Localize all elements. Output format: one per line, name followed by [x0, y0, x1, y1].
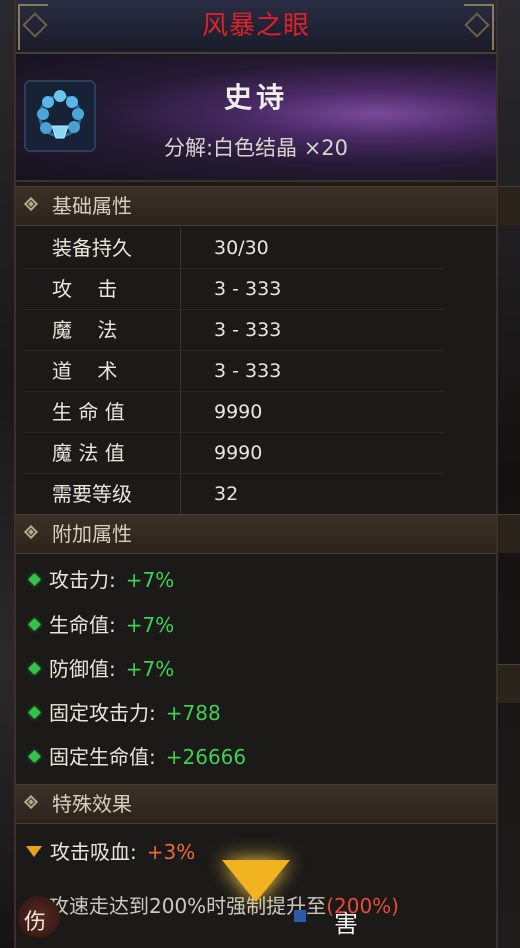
column-divider — [180, 433, 181, 473]
attr-name: 生 命 值 — [52, 400, 125, 424]
bonus-name: 固定生命值: — [49, 745, 156, 769]
bonus-value: +788 — [165, 701, 221, 725]
green-gem-icon — [28, 573, 41, 586]
attr-name: 需要等级 — [52, 482, 132, 506]
attr-name: 攻 击 — [52, 277, 118, 301]
background-right — [498, 0, 520, 948]
attr-row: 需要等级 32 — [24, 474, 444, 514]
attr-value: 3 - 333 — [214, 278, 282, 300]
bonus-row: 防御值: +7% — [22, 647, 174, 691]
section-header-basic: 基础属性 — [16, 186, 496, 226]
attr-row: 生 命 值 9990 — [24, 392, 444, 433]
column-divider — [180, 474, 181, 514]
bonus-value: +7% — [125, 568, 175, 592]
diamond-bullet-icon — [23, 524, 39, 540]
decompose-info: 分解:白色结晶 ×20 — [163, 136, 349, 160]
attr-value: 9990 — [214, 442, 263, 464]
skill-icon-label: 伤 — [24, 910, 47, 935]
attr-value: 3 - 333 — [214, 360, 282, 382]
bonus-row: 生命值: +7% — [22, 603, 174, 647]
attr-row: 道 术 3 - 333 — [24, 351, 444, 392]
green-gem-icon — [28, 706, 41, 719]
special-effect-value: +3% — [146, 840, 196, 864]
column-divider — [180, 269, 181, 309]
attr-row: 魔 法 3 - 333 — [24, 310, 444, 351]
column-divider — [180, 392, 181, 432]
bonus-name: 固定攻击力: — [49, 701, 156, 725]
special-effect-row: 攻击吸血: +3% — [22, 830, 195, 874]
attr-value: 3 - 333 — [214, 319, 282, 341]
column-divider — [180, 310, 181, 350]
green-gem-icon — [28, 750, 41, 763]
bottom-label: 害 — [334, 910, 358, 938]
bracelet-icon — [37, 90, 84, 139]
adjacent-panel-header — [498, 186, 520, 225]
attr-row: 攻 击 3 - 333 — [24, 269, 444, 310]
bonus-name: 防御值: — [49, 657, 116, 681]
green-gem-icon — [28, 662, 41, 675]
attr-value: 30/30 — [214, 237, 269, 259]
bonus-row: 攻击力: +7% — [22, 558, 174, 602]
attr-row: 魔 法 值 9990 — [24, 433, 444, 474]
bonus-value: +7% — [125, 657, 175, 681]
attr-name: 魔 法 — [52, 318, 118, 342]
column-divider — [180, 228, 181, 268]
item-tooltip-panel: 风暴之眼 史诗 分解:白色结晶 ×20 基础属性 装备持久 30/30 攻 击 … — [14, 0, 498, 948]
blue-marker-icon — [294, 910, 306, 922]
scroll-down-arrow-icon[interactable] — [222, 860, 290, 902]
section-title: 特殊效果 — [52, 792, 132, 816]
bonus-value: +26666 — [165, 745, 247, 769]
adjacent-panel-header — [498, 664, 520, 703]
attr-name: 魔 法 值 — [52, 441, 125, 465]
rarity-banner: 史诗 分解:白色结晶 ×20 — [16, 54, 496, 182]
special-effect-name: 攻击吸血: — [50, 840, 137, 864]
attr-row: 装备持久 30/30 — [24, 228, 444, 269]
background-left — [0, 0, 14, 948]
bonus-row: 固定生命值: +26666 — [22, 735, 246, 779]
diamond-bullet-icon — [23, 794, 39, 810]
bonus-name: 攻击力: — [49, 568, 116, 592]
bonus-value: +7% — [125, 613, 175, 637]
attr-value: 9990 — [214, 401, 263, 423]
item-name: 风暴之眼 — [201, 11, 310, 41]
item-icon-slot[interactable] — [24, 80, 96, 152]
attr-value: 32 — [214, 483, 239, 505]
skill-icon[interactable]: 伤 — [18, 896, 60, 938]
section-header-extra: 附加属性 — [16, 514, 496, 554]
attr-name: 道 术 — [52, 359, 118, 383]
adjacent-panel-header — [498, 514, 520, 553]
diamond-bullet-icon — [23, 196, 39, 212]
attr-name: 装备持久 — [52, 236, 132, 260]
bonus-name: 生命值: — [49, 613, 116, 637]
rarity-label: 史诗 — [223, 81, 288, 114]
column-divider — [180, 351, 181, 391]
orange-triangle-icon — [26, 846, 42, 857]
section-header-special: 特殊效果 — [16, 784, 496, 824]
title-bar: 风暴之眼 — [16, 0, 496, 54]
section-title: 附加属性 — [52, 522, 132, 546]
section-title: 基础属性 — [52, 194, 132, 218]
bonus-row: 固定攻击力: +788 — [22, 691, 221, 735]
green-gem-icon — [28, 618, 41, 631]
